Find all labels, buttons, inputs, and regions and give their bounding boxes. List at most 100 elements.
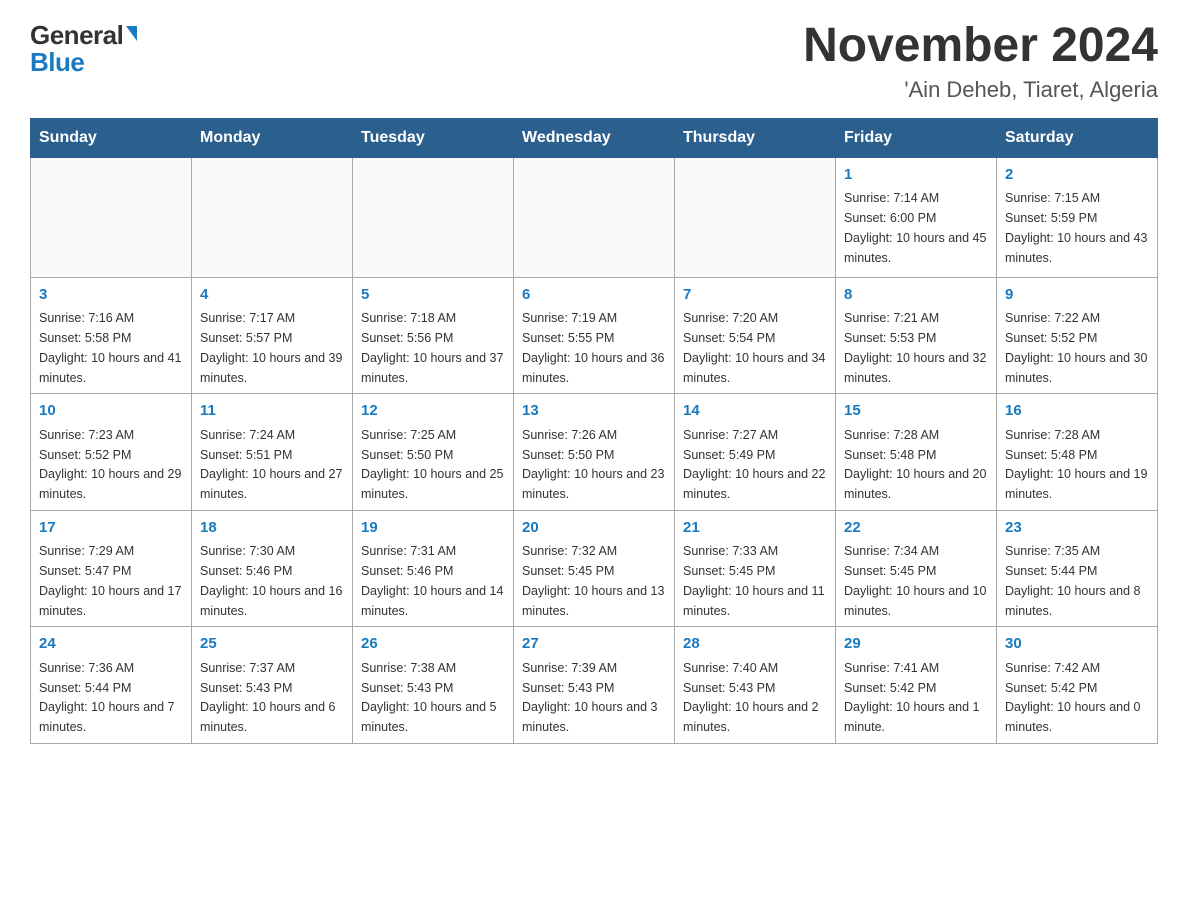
day-cell: 21Sunrise: 7:33 AM Sunset: 5:45 PM Dayli… (675, 510, 836, 627)
header-wednesday: Wednesday (514, 118, 675, 157)
day-info: Sunrise: 7:30 AM Sunset: 5:46 PM Dayligh… (200, 544, 342, 617)
day-cell: 25 Sunrise: 7:37 AM Sunset: 5:43 PM Dayli… (192, 627, 353, 744)
day-info: Sunrise: 7:32 AM Sunset: 5:45 PM Dayligh… (522, 544, 664, 617)
day-number: 26 (361, 633, 505, 656)
day-number: 27 (522, 633, 666, 656)
day-number: 30 (1005, 633, 1149, 656)
day-info: Sunrise: 7:39 AM Sunset: 5:43 PM Dayligh… (522, 661, 658, 734)
day-number: 16 (1005, 400, 1149, 423)
day-cell: 12Sunrise: 7:25 AM Sunset: 5:50 PM Dayli… (353, 394, 514, 511)
day-cell: 29 Sunrise: 7:41 AM Sunset: 5:42 PM Dayli… (836, 627, 997, 744)
day-cell: 18 Sunrise: 7:30 AM Sunset: 5:46 PM Dayli… (192, 510, 353, 627)
day-cell: 23 Sunrise: 7:35 AM Sunset: 5:44 PM Dayli… (997, 510, 1158, 627)
day-cell: 24 Sunrise: 7:36 AM Sunset: 5:44 PM Dayli… (31, 627, 192, 744)
day-number: 20 (522, 517, 666, 540)
day-cell: 15 Sunrise: 7:28 AM Sunset: 5:48 PM Dayli… (836, 394, 997, 511)
day-number: 12 (361, 400, 505, 423)
day-info: Sunrise: 7:17 AM Sunset: 5:57 PM Dayligh… (200, 311, 342, 384)
day-cell: 2Sunrise: 7:15 AM Sunset: 5:59 PM Daylig… (997, 157, 1158, 277)
logo-triangle-icon (126, 26, 137, 41)
day-number: 11 (200, 400, 344, 423)
page-title: November 2024 (803, 20, 1158, 73)
header-sunday: Sunday (31, 118, 192, 157)
day-info: Sunrise: 7:16 AM Sunset: 5:58 PM Dayligh… (39, 311, 181, 384)
day-cell: 19 Sunrise: 7:31 AM Sunset: 5:46 PM Dayli… (353, 510, 514, 627)
logo-blue-text: Blue (30, 47, 84, 78)
day-info: Sunrise: 7:41 AM Sunset: 5:42 PM Dayligh… (844, 661, 980, 734)
calendar-body: 1 Sunrise: 7:14 AM Sunset: 6:00 PM Daylig… (31, 157, 1158, 743)
day-info: Sunrise: 7:27 AM Sunset: 5:49 PM Dayligh… (683, 428, 825, 501)
day-info: Sunrise: 7:15 AM Sunset: 5:59 PM Dayligh… (1005, 191, 1147, 264)
day-cell: 4 Sunrise: 7:17 AM Sunset: 5:57 PM Daylig… (192, 277, 353, 394)
day-number: 18 (200, 517, 344, 540)
day-number: 13 (522, 400, 666, 423)
day-number: 25 (200, 633, 344, 656)
day-cell: 9Sunrise: 7:22 AM Sunset: 5:52 PM Daylig… (997, 277, 1158, 394)
day-cell (192, 157, 353, 277)
day-info: Sunrise: 7:42 AM Sunset: 5:42 PM Dayligh… (1005, 661, 1141, 734)
day-number: 14 (683, 400, 827, 423)
day-info: Sunrise: 7:40 AM Sunset: 5:43 PM Dayligh… (683, 661, 819, 734)
day-cell: 28 Sunrise: 7:40 AM Sunset: 5:43 PM Dayli… (675, 627, 836, 744)
day-cell: 3 Sunrise: 7:16 AM Sunset: 5:58 PM Daylig… (31, 277, 192, 394)
logo: General Blue (30, 20, 137, 78)
day-number: 24 (39, 633, 183, 656)
day-info: Sunrise: 7:22 AM Sunset: 5:52 PM Dayligh… (1005, 311, 1147, 384)
day-cell: 20 Sunrise: 7:32 AM Sunset: 5:45 PM Dayli… (514, 510, 675, 627)
week-row-4: 17Sunrise: 7:29 AM Sunset: 5:47 PM Dayli… (31, 510, 1158, 627)
day-info: Sunrise: 7:34 AM Sunset: 5:45 PM Dayligh… (844, 544, 986, 617)
day-info: Sunrise: 7:24 AM Sunset: 5:51 PM Dayligh… (200, 428, 342, 501)
day-number: 23 (1005, 517, 1149, 540)
calendar-header: Sunday Monday Tuesday Wednesday Thursday… (31, 118, 1158, 157)
day-info: Sunrise: 7:26 AM Sunset: 5:50 PM Dayligh… (522, 428, 664, 501)
day-info: Sunrise: 7:31 AM Sunset: 5:46 PM Dayligh… (361, 544, 503, 617)
day-cell: 5 Sunrise: 7:18 AM Sunset: 5:56 PM Daylig… (353, 277, 514, 394)
day-info: Sunrise: 7:18 AM Sunset: 5:56 PM Dayligh… (361, 311, 503, 384)
day-cell: 14 Sunrise: 7:27 AM Sunset: 5:49 PM Dayli… (675, 394, 836, 511)
day-info: Sunrise: 7:35 AM Sunset: 5:44 PM Dayligh… (1005, 544, 1141, 617)
day-number: 4 (200, 284, 344, 307)
day-cell: 8 Sunrise: 7:21 AM Sunset: 5:53 PM Daylig… (836, 277, 997, 394)
day-info: Sunrise: 7:23 AM Sunset: 5:52 PM Dayligh… (39, 428, 181, 501)
day-number: 28 (683, 633, 827, 656)
week-row-2: 3 Sunrise: 7:16 AM Sunset: 5:58 PM Daylig… (31, 277, 1158, 394)
day-cell (514, 157, 675, 277)
day-info: Sunrise: 7:20 AM Sunset: 5:54 PM Dayligh… (683, 311, 825, 384)
header-tuesday: Tuesday (353, 118, 514, 157)
day-info: Sunrise: 7:19 AM Sunset: 5:55 PM Dayligh… (522, 311, 664, 384)
day-cell: 26Sunrise: 7:38 AM Sunset: 5:43 PM Dayli… (353, 627, 514, 744)
day-number: 10 (39, 400, 183, 423)
day-cell: 7Sunrise: 7:20 AM Sunset: 5:54 PM Daylig… (675, 277, 836, 394)
header-saturday: Saturday (997, 118, 1158, 157)
day-info: Sunrise: 7:28 AM Sunset: 5:48 PM Dayligh… (1005, 428, 1147, 501)
day-cell: 10 Sunrise: 7:23 AM Sunset: 5:52 PM Dayli… (31, 394, 192, 511)
day-number: 19 (361, 517, 505, 540)
day-info: Sunrise: 7:36 AM Sunset: 5:44 PM Dayligh… (39, 661, 175, 734)
day-cell: 1 Sunrise: 7:14 AM Sunset: 6:00 PM Daylig… (836, 157, 997, 277)
week-row-3: 10 Sunrise: 7:23 AM Sunset: 5:52 PM Dayli… (31, 394, 1158, 511)
day-cell (353, 157, 514, 277)
day-cell: 30 Sunrise: 7:42 AM Sunset: 5:42 PM Dayli… (997, 627, 1158, 744)
day-number: 1 (844, 164, 988, 187)
day-info: Sunrise: 7:21 AM Sunset: 5:53 PM Dayligh… (844, 311, 986, 384)
day-info: Sunrise: 7:28 AM Sunset: 5:48 PM Dayligh… (844, 428, 986, 501)
day-cell (31, 157, 192, 277)
day-cell: 22Sunrise: 7:34 AM Sunset: 5:45 PM Dayli… (836, 510, 997, 627)
day-number: 8 (844, 284, 988, 307)
header-thursday: Thursday (675, 118, 836, 157)
calendar-table: Sunday Monday Tuesday Wednesday Thursday… (30, 118, 1158, 744)
week-row-5: 24 Sunrise: 7:36 AM Sunset: 5:44 PM Dayli… (31, 627, 1158, 744)
day-cell: 17Sunrise: 7:29 AM Sunset: 5:47 PM Dayli… (31, 510, 192, 627)
day-number: 21 (683, 517, 827, 540)
day-number: 3 (39, 284, 183, 307)
day-number: 5 (361, 284, 505, 307)
page-subtitle: 'Ain Deheb, Tiaret, Algeria (803, 77, 1158, 103)
day-number: 29 (844, 633, 988, 656)
day-cell: 27 Sunrise: 7:39 AM Sunset: 5:43 PM Dayli… (514, 627, 675, 744)
day-info: Sunrise: 7:37 AM Sunset: 5:43 PM Dayligh… (200, 661, 336, 734)
day-number: 15 (844, 400, 988, 423)
day-number: 6 (522, 284, 666, 307)
weekday-header-row: Sunday Monday Tuesday Wednesday Thursday… (31, 118, 1158, 157)
day-info: Sunrise: 7:29 AM Sunset: 5:47 PM Dayligh… (39, 544, 181, 617)
day-info: Sunrise: 7:14 AM Sunset: 6:00 PM Dayligh… (844, 191, 986, 264)
